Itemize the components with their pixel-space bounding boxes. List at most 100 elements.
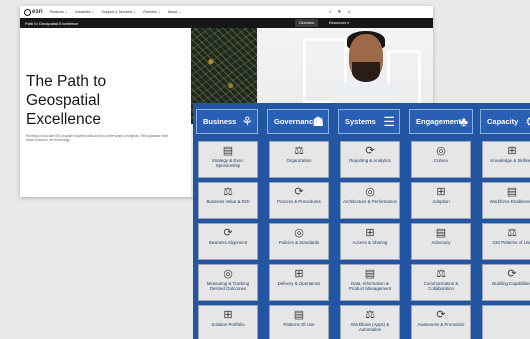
capability-cell[interactable]: ▤ Data, Information & Product Management	[340, 264, 400, 301]
capability-cell[interactable]: ⟳ Process & Procedures	[269, 182, 329, 219]
capability-label: Building Capabilities	[492, 281, 530, 286]
capability-cell[interactable]: ◎ Policies & Standards	[269, 223, 329, 260]
esri-logo[interactable]: esri	[24, 8, 43, 16]
capability-icon: ⟳	[294, 186, 304, 198]
capability-cell[interactable]: ⊞ Solution Portfolio	[198, 305, 258, 339]
capability-icon: ◎	[365, 186, 375, 198]
capability-icon: ▤	[293, 309, 305, 321]
nav-icons: ⌕⊕♙	[329, 9, 357, 15]
capability-cell[interactable]: ⟳ Reporting & Analytics	[340, 141, 400, 178]
capability-icon: ⚖	[223, 186, 233, 198]
capability-icon: ◎	[294, 227, 304, 239]
capability-label: Architecture & Performance	[343, 199, 397, 204]
capability-icon: ⟳	[436, 309, 446, 321]
capability-label: Strategy & Exec. Sponsorship	[211, 158, 245, 168]
capability-icon: ⊞	[507, 145, 517, 157]
gear-icon: ⚙	[525, 114, 530, 130]
capability-cell[interactable]: ⊞ Delivery & Operations	[269, 264, 329, 301]
capability-label: Adoption	[432, 199, 450, 204]
capability-cell[interactable]: ⟳ Building Capabilities	[482, 264, 530, 301]
capability-icon: ⟳	[507, 268, 517, 280]
capability-cell	[482, 305, 530, 339]
capability-icon: ◎	[436, 145, 446, 157]
nav-support-services[interactable]: Support & Services ⌄	[101, 10, 136, 14]
capability-icon: ⚖	[507, 227, 517, 239]
header-governance[interactable]: Governance ☗	[267, 109, 329, 134]
capability-icon: ⊞	[365, 227, 375, 239]
capability-label: Awareness & Promotion	[417, 322, 465, 327]
capability-label: Advocacy	[431, 240, 451, 245]
tab-resources[interactable]: Resources ▾	[325, 19, 353, 27]
capability-cell[interactable]: ⟳ Business Alignment	[198, 223, 258, 260]
capability-label: Workforce Enablement	[489, 199, 530, 204]
header-business[interactable]: Business ⚘	[196, 109, 258, 134]
tab-overview[interactable]: Overview	[295, 19, 318, 27]
capability-label: Business Alignment	[208, 240, 248, 245]
capability-cell[interactable]: ▤ Patterns Of Use	[269, 305, 329, 339]
header-label: Capacity	[487, 117, 519, 126]
capability-icon: ⟳	[365, 145, 375, 157]
capability-icon: ⊞	[294, 268, 304, 280]
nav-partners[interactable]: Partners ⌄	[143, 10, 161, 14]
capability-icon: ⚖	[294, 145, 304, 157]
nav-industries[interactable]: Industries ⌄	[75, 10, 95, 14]
capability-cell[interactable]: ⟳ Awareness & Promotion	[411, 305, 471, 339]
capability-cell[interactable]: ⊞ Access & Sharing	[340, 223, 400, 260]
people-icon: ☗	[312, 114, 324, 129]
capability-label: Communication & Collaboration	[423, 281, 459, 291]
capability-matrix: Business ⚘ Governance ☗ Systems ☰ Engage…	[193, 103, 530, 339]
capability-label: Process & Procedures	[277, 199, 321, 204]
server-icon: ☰	[383, 114, 395, 129]
capability-cell[interactable]: ⚖ Workflows (Apps) & Automation	[340, 305, 400, 339]
capability-icon: ◎	[223, 268, 233, 280]
capability-cell[interactable]: ▤ Workforce Enablement	[482, 182, 530, 219]
capability-cell[interactable]: ⊞ Adoption	[411, 182, 471, 219]
capability-label: Organization	[286, 158, 312, 163]
header-label: Business	[203, 117, 237, 126]
header-label: Governance	[274, 117, 318, 126]
page-title: The Path to Geospatial Excellence	[26, 73, 107, 128]
capability-cell[interactable]: ◎ Architecture & Performance	[340, 182, 400, 219]
capability-label: Patterns Of Use	[283, 322, 315, 327]
search-icon[interactable]: ⌕	[329, 9, 338, 15]
capability-label: Business Value & ROI	[206, 199, 250, 204]
capability-cell[interactable]: ⚖ Business Value & ROI	[198, 182, 258, 219]
capability-label: GIS Patterns of Use	[492, 240, 530, 245]
capability-cell[interactable]: ◎ Measuring & Tracking Desired Outcomes	[198, 264, 258, 301]
capability-label: Delivery & Operations	[277, 281, 321, 286]
capability-cell[interactable]: ▤ Strategy & Exec. Sponsorship	[198, 141, 258, 178]
nav-about[interactable]: About ⌄	[168, 10, 181, 14]
capability-cell[interactable]: ⚖ Organization	[269, 141, 329, 178]
capability-icon: ⟳	[223, 227, 233, 239]
capability-icon: ⚖	[436, 268, 446, 280]
globe-icon[interactable]: ⊕	[338, 9, 347, 15]
capability-icon: ▤	[364, 268, 376, 280]
capability-cell[interactable]: ⚖ GIS Patterns of Use	[482, 223, 530, 260]
user-icon[interactable]: ♙	[347, 9, 357, 15]
header-systems[interactable]: Systems ☰	[338, 109, 400, 134]
capability-cell[interactable]: ⊞ Knowledge & Skillsets	[482, 141, 530, 178]
capability-icon: ⊞	[223, 309, 233, 321]
header-engagement[interactable]: Engagement ♣	[409, 109, 473, 134]
person-photo	[331, 31, 401, 114]
globe-logo-icon	[24, 8, 31, 16]
capability-cell[interactable]: ▤ Advocacy	[411, 223, 471, 260]
capability-label: Reporting & Analytics	[349, 158, 391, 163]
capability-cell[interactable]: ⚖ Communication & Collaboration	[411, 264, 471, 301]
capability-icon: ⚖	[365, 309, 375, 321]
header-capacity[interactable]: Capacity ⚙	[480, 109, 530, 134]
capability-label: Policies & Standards	[278, 240, 320, 245]
nav-products[interactable]: Products ⌄	[50, 10, 68, 14]
capability-label: Access & Sharing	[352, 240, 388, 245]
capability-icon: ▤	[435, 227, 447, 239]
capability-icon: ⊞	[436, 186, 446, 198]
header-label: Engagement	[416, 117, 462, 126]
sub-navigation: Path to Geospatial Excellence Overview R…	[20, 18, 433, 28]
hero-description: Running a full-scale GIS program require…	[26, 134, 169, 143]
subnav-title[interactable]: Path to Geospatial Excellence	[25, 21, 78, 26]
capability-label: Culture	[433, 158, 449, 163]
capability-cell[interactable]: ◎ Culture	[411, 141, 471, 178]
capability-label: Measuring & Tracking Desired Outcomes	[206, 281, 250, 291]
capability-label: Workflows (Apps) & Automation	[350, 322, 390, 332]
capability-icon: ▤	[222, 145, 234, 157]
